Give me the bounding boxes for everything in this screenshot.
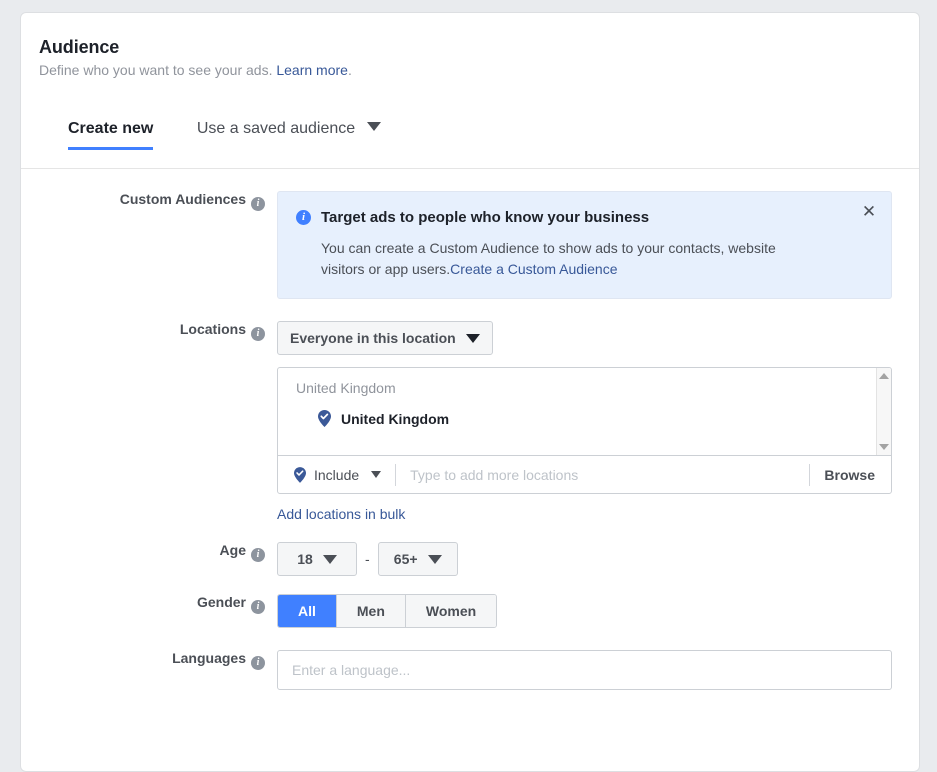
subtitle-period: . [347,62,352,78]
audience-card: Audience Define who you want to see your… [20,12,920,772]
age-field: 18 - 65+ [277,542,919,576]
chevron-down-icon [427,554,442,564]
custom-audiences-label-text: Custom Audiences [119,191,246,207]
info-icon-locations[interactable]: i [251,327,265,341]
tab-create-new[interactable]: Create new [68,120,154,150]
chevron-down-icon [322,554,337,564]
location-name: United Kingdom [341,410,450,427]
locations-field: Everyone in this location United Kingdom [277,321,919,524]
custom-audience-notice: ✕ i Target ads to people who know your b… [277,191,892,299]
info-icon-age[interactable]: i [251,548,265,562]
tab-use-saved-audience[interactable]: Use a saved audience [197,120,381,150]
scroll-up-icon[interactable] [877,373,891,379]
learn-more-link[interactable]: Learn more [276,62,348,78]
age-label-text: Age [219,542,246,558]
page-title: Audience [39,37,120,57]
location-scope-dropdown[interactable]: Everyone in this location [277,321,493,355]
card-header: Audience Define who you want to see your… [21,13,919,78]
locations-scrollbar[interactable] [876,368,891,455]
languages-field [277,650,919,690]
chevron-down-icon [371,471,382,478]
age-range-dash: - [365,551,370,567]
location-search-input[interactable] [396,456,810,493]
chevron-down-icon [366,118,381,136]
custom-audiences-field: ✕ i Target ads to people who know your b… [277,191,919,299]
row-locations: Locations i Everyone in this location Uni… [21,321,919,524]
page-subtitle: Define who you want to see your ads. Lea… [39,62,919,78]
location-group-label: United Kingdom [296,380,396,396]
selected-locations-list: United Kingdom United Kingdom [278,368,891,455]
age-min-value: 18 [297,551,313,567]
languages-label: Languages i [21,650,277,670]
locations-box: United Kingdom United Kingdom Include Ty… [277,367,892,494]
location-pin-icon [294,466,306,483]
list-item[interactable]: United Kingdom [296,410,891,427]
close-icon[interactable]: ✕ [859,202,879,222]
location-pin-icon [318,410,331,427]
chevron-down-icon [465,333,480,343]
age-label: Age i [21,542,277,562]
info-icon-notice: i [296,210,311,225]
gender-label-text: Gender [196,594,246,610]
scroll-down-icon[interactable] [877,444,891,450]
info-icon-custom-audiences[interactable]: i [251,197,265,211]
gender-option-women[interactable]: Women [405,595,497,627]
info-icon-gender[interactable]: i [251,600,265,614]
browse-button[interactable]: Browse [810,467,891,483]
gender-option-all[interactable]: All [278,595,337,627]
notice-title-row: i Target ads to people who know your bus… [296,208,851,227]
age-max-value: 65+ [393,551,418,567]
tab-create-new-label: Create new [68,120,154,137]
notice-title: Target ads to people who know your busin… [321,209,650,226]
row-languages: Languages i [21,650,919,690]
audience-form: Custom Audiences i ✕ i Target ads to peop… [21,169,919,690]
languages-label-text: Languages [172,650,246,666]
custom-audiences-label: Custom Audiences i [21,191,277,211]
age-range-group: 18 - 65+ [277,542,919,576]
audience-tabs: Create new Use a saved audience [21,120,919,169]
locations-label: Locations i [21,321,277,341]
include-label: Include [314,466,360,483]
location-scope-value: Everyone in this location [290,330,456,346]
gender-label: Gender i [21,594,277,614]
notice-body: You can create a Custom Audience to show… [321,238,821,280]
include-exclude-dropdown[interactable]: Include [294,467,395,483]
create-custom-audience-link[interactable]: Create a Custom Audience [450,261,617,277]
language-input[interactable] [277,650,892,690]
row-gender: Gender i All Men Women [21,594,919,628]
tab-use-saved-audience-label: Use a saved audience [196,120,356,137]
age-max-dropdown[interactable]: 65+ [377,542,458,576]
info-icon-languages[interactable]: i [251,656,265,670]
page-subtitle-text: Define who you want to see your ads. [39,62,273,78]
row-custom-audiences: Custom Audiences i ✕ i Target ads to peop… [21,191,919,299]
gender-option-group: All Men Women [277,594,498,628]
location-input-row: Include Browse [278,455,891,493]
locations-label-text: Locations [179,321,246,337]
gender-option-men[interactable]: Men [336,595,406,627]
add-locations-bulk-link[interactable]: Add locations in bulk [277,506,405,522]
row-age: Age i 18 - 65+ [21,542,919,576]
gender-field: All Men Women [277,594,919,628]
age-min-dropdown[interactable]: 18 [277,542,357,576]
